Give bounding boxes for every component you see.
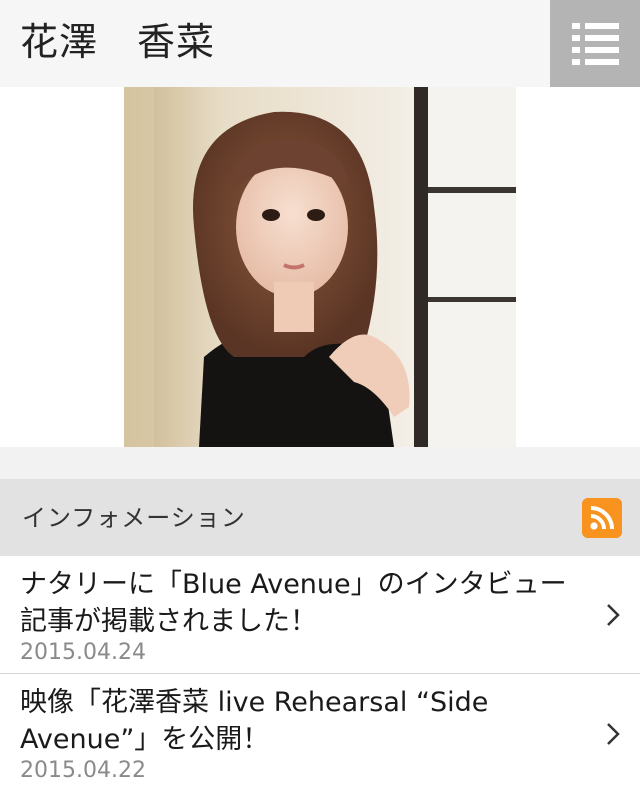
- section-spacer: [0, 447, 640, 479]
- hero-banner: [0, 87, 640, 447]
- chevron-right-icon: [607, 723, 620, 745]
- chevron-right-icon: [607, 603, 620, 626]
- news-date: 2015.04.24: [20, 640, 146, 665]
- news-item[interactable]: ナタリーに「Blue Avenue」のインタビュー記事が掲載されました！ 201…: [0, 556, 640, 674]
- news-date: 2015.04.22: [20, 758, 146, 783]
- list-menu-icon: [571, 22, 619, 29]
- section-title: インフォメーション: [22, 504, 246, 532]
- information-section-header: インフォメーション: [0, 479, 640, 556]
- rss-feed-icon[interactable]: [582, 498, 622, 538]
- menu-button[interactable]: [550, 0, 640, 87]
- site-title[interactable]: 花澤 香菜: [20, 14, 215, 70]
- artist-portrait-image: [124, 87, 516, 447]
- site-header: 花澤 香菜: [0, 0, 640, 87]
- news-title: 映像「花澤香菜 live Rehearsal “Side Avenue”」を公開…: [20, 687, 489, 755]
- news-title: ナタリーに「Blue Avenue」のインタビュー記事が掲載されました！: [20, 569, 567, 637]
- news-item[interactable]: 映像「花澤香菜 live Rehearsal “Side Avenue”」を公開…: [0, 674, 640, 794]
- news-list: ナタリーに「Blue Avenue」のインタビュー記事が掲載されました！ 201…: [0, 556, 640, 794]
